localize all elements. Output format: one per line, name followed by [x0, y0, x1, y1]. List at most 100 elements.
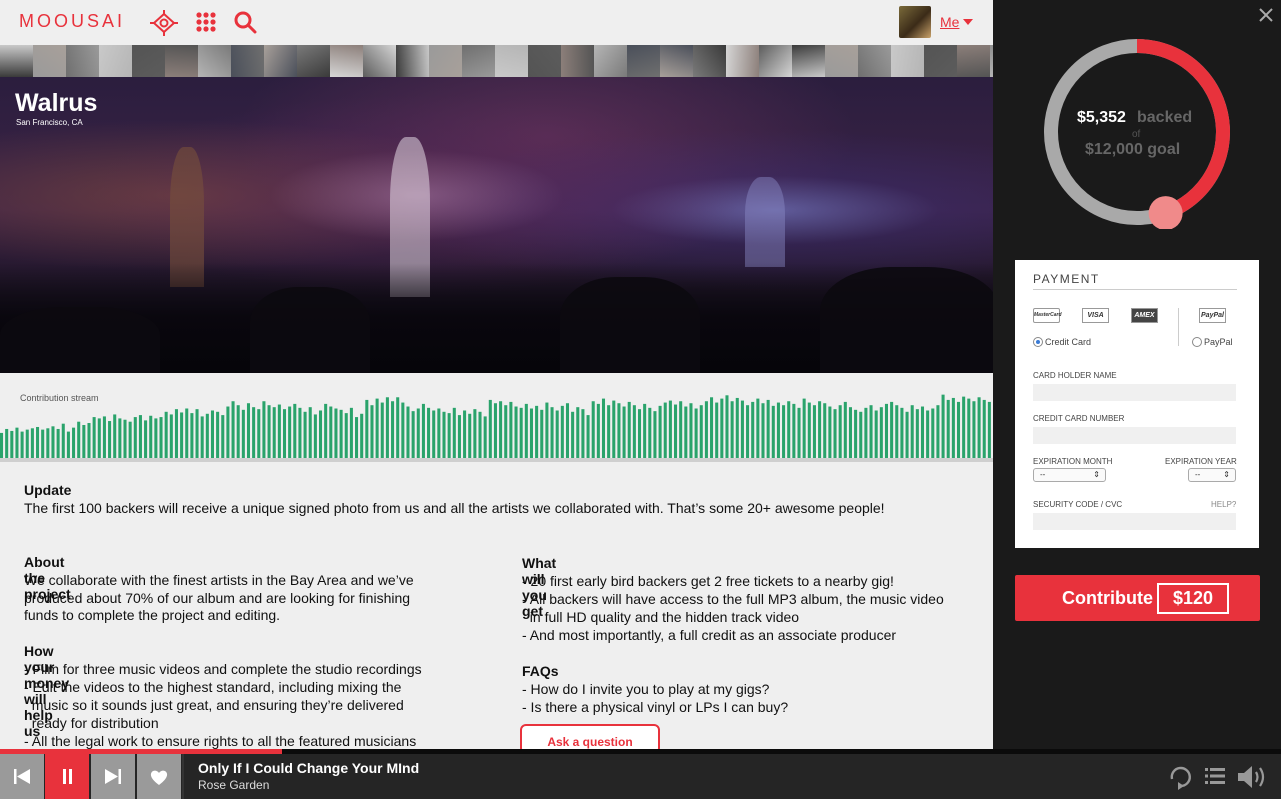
like-button[interactable] [137, 754, 181, 799]
volume-icon[interactable] [1236, 763, 1270, 791]
thumbnail-image[interactable] [825, 45, 858, 77]
stream-bar [483, 416, 487, 458]
credit-card-radio[interactable] [1033, 337, 1043, 347]
stream-bar [432, 410, 436, 458]
card-number-input[interactable] [1033, 427, 1236, 444]
thumbnail-image[interactable] [462, 45, 495, 77]
thumbnail-image[interactable] [627, 45, 660, 77]
thumbnail-image[interactable] [792, 45, 825, 77]
thumbnail-image[interactable] [396, 45, 429, 77]
thumbnail-image[interactable] [528, 45, 561, 77]
playlist-icon[interactable] [1203, 764, 1227, 788]
stream-bar [967, 398, 971, 458]
thumbnail-image[interactable] [363, 45, 396, 77]
stream-bar [931, 408, 935, 458]
stream-bar [478, 411, 482, 458]
paypal-icon[interactable]: PayPal [1199, 308, 1226, 323]
stream-bar [246, 403, 251, 458]
stream-bar [334, 408, 338, 458]
expiration-month-label: EXPIRATION MONTH [1033, 457, 1113, 466]
card-holder-input[interactable] [1033, 384, 1236, 401]
next-button[interactable] [91, 754, 135, 799]
visa-icon[interactable]: VISA [1082, 308, 1109, 323]
thumbnail-image[interactable] [561, 45, 594, 77]
expiration-year-select[interactable]: -- [1188, 468, 1236, 482]
stream-bar [257, 409, 261, 458]
thumbnail-image[interactable] [495, 45, 528, 77]
close-icon[interactable] [1257, 6, 1275, 24]
thumbnail-image[interactable] [231, 45, 264, 77]
track-artist[interactable]: Rose Garden [198, 778, 269, 792]
ring-progress-arc [1136, 39, 1230, 220]
thumbnail-image[interactable] [693, 45, 726, 77]
thumbnail-image[interactable] [957, 45, 990, 77]
stream-bar [648, 407, 652, 458]
stream-bar [843, 401, 847, 458]
thumbnail-image[interactable] [330, 45, 363, 77]
stream-bar [20, 431, 24, 458]
stream-bar [231, 401, 235, 458]
stream-bar [396, 397, 400, 458]
stream-bar [499, 401, 503, 458]
thumbnail-image[interactable] [33, 45, 66, 77]
thumbnail-image[interactable] [165, 45, 198, 77]
thumbnail-image[interactable] [99, 45, 132, 77]
thumbnail-image[interactable] [66, 45, 99, 77]
thumbnail-image[interactable] [297, 45, 330, 77]
stream-bar [807, 402, 811, 458]
thumbnail-image[interactable] [0, 45, 33, 77]
cvc-input[interactable] [1033, 513, 1236, 530]
thumbnail-image[interactable] [264, 45, 297, 77]
stream-bar [236, 405, 240, 458]
payment-title: PAYMENT [1033, 272, 1100, 286]
logo[interactable]: MOOUSAI [19, 11, 125, 32]
thumbnail-image[interactable] [198, 45, 231, 77]
thumbnail-image[interactable] [858, 45, 891, 77]
user-avatar[interactable] [899, 6, 931, 38]
thumbnail-image[interactable] [726, 45, 759, 77]
stream-bar [555, 410, 559, 458]
stream-bar [941, 394, 945, 458]
stream-bar [210, 410, 214, 458]
grid-menu-icon[interactable] [194, 10, 222, 36]
thumbnail-image[interactable] [429, 45, 462, 77]
thumbnail-image[interactable] [759, 45, 792, 77]
amex-icon[interactable]: AMEX [1131, 308, 1158, 323]
stream-bar [118, 418, 122, 458]
about-line: produced about 70% of our album and are … [24, 590, 411, 606]
thumbnail-image[interactable] [660, 45, 693, 77]
chevron-down-icon[interactable] [963, 19, 973, 25]
search-icon[interactable] [233, 10, 261, 36]
pause-button[interactable] [45, 754, 89, 799]
stream-bar [730, 401, 734, 458]
stream-bar [910, 405, 914, 458]
stream-bar [545, 402, 549, 458]
stream-bar [185, 408, 189, 458]
thumbnail-image[interactable] [132, 45, 165, 77]
divider [1033, 289, 1237, 290]
network-icon[interactable] [150, 10, 178, 36]
stream-bar [504, 405, 508, 458]
faq-item[interactable]: - Is there a physical vinyl or LPs I can… [522, 698, 788, 716]
ask-question-button[interactable]: Ask a question [520, 724, 660, 749]
stream-bar [282, 409, 287, 458]
contribute-amount[interactable]: $120 [1157, 583, 1229, 614]
repeat-icon[interactable] [1167, 763, 1195, 791]
thumbnail-image[interactable] [924, 45, 957, 77]
faq-item[interactable]: - How do I invite you to play at my gigs… [522, 680, 769, 698]
mastercard-icon[interactable]: MasterCard [1033, 308, 1062, 323]
user-menu-label[interactable]: Me [940, 14, 959, 30]
contribute-label: Contribute [1062, 588, 1153, 608]
thumbnail-image[interactable] [891, 45, 924, 77]
stream-bar [380, 402, 384, 458]
expiration-month-select[interactable]: -- [1033, 468, 1106, 482]
thumbnail-image[interactable] [594, 45, 627, 77]
cvc-help-link[interactable]: HELP? [1211, 500, 1236, 509]
contribute-button[interactable]: Contribute $120 [1015, 575, 1260, 621]
previous-button[interactable] [0, 754, 44, 799]
stream-bar [761, 403, 765, 458]
stream-bar [493, 403, 497, 458]
stream-bar [571, 411, 575, 458]
stream-bar [447, 413, 451, 458]
paypal-radio[interactable] [1192, 337, 1202, 347]
